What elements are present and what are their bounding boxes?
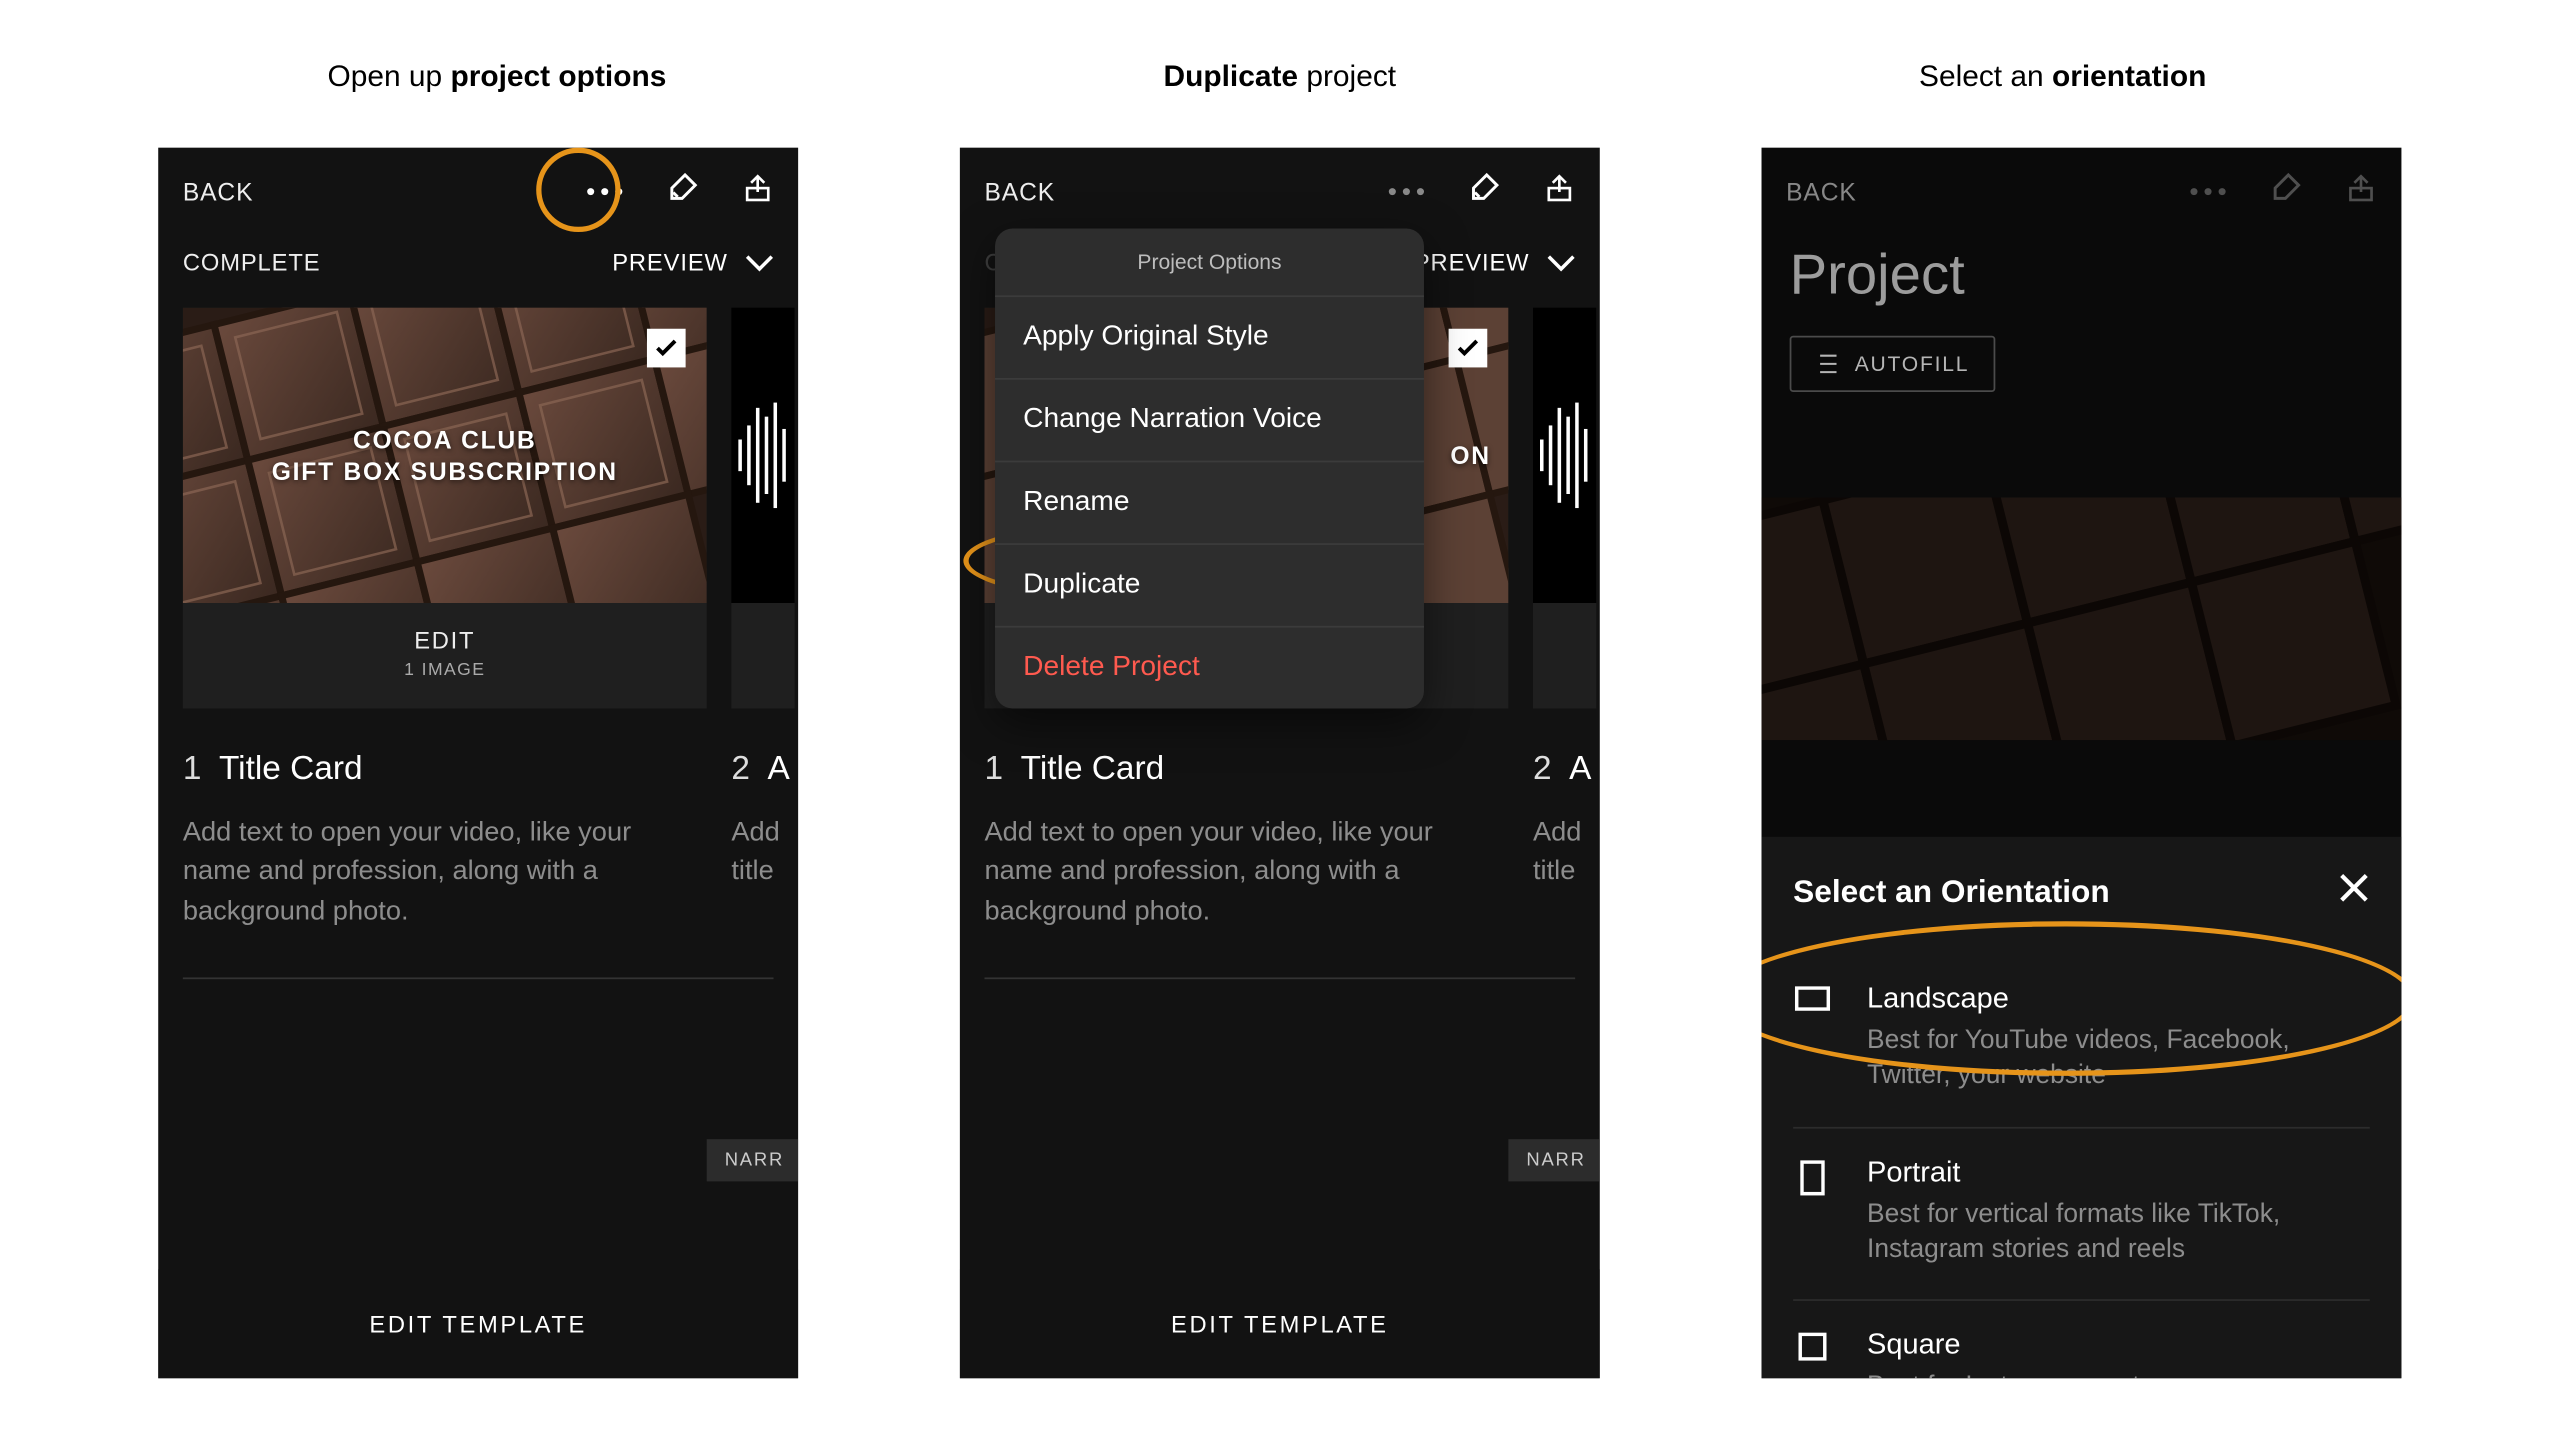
autofill-button[interactable]: AUTOFILL — [1790, 336, 1996, 392]
menu-apply-original-style[interactable]: Apply Original Style — [995, 297, 1424, 380]
chevron-down-icon — [1547, 254, 1575, 272]
preview-dropdown[interactable]: PREVIEW — [1414, 250, 1575, 276]
share-icon[interactable] — [742, 170, 774, 214]
orientation-square[interactable]: Square Best for Instagram posts — [1793, 1301, 2370, 1378]
portrait-icon — [1793, 1156, 1832, 1268]
style-brush-icon[interactable] — [1466, 170, 1501, 214]
more-options-icon[interactable] — [2190, 188, 2225, 195]
autofill-icon — [1816, 352, 1841, 377]
style-brush-icon[interactable] — [665, 170, 700, 214]
sheet-title: Select an Orientation — [1793, 874, 2110, 911]
complete-label[interactable]: COMPLETE — [183, 250, 321, 276]
orientation-portrait[interactable]: Portrait Best for vertical formats like … — [1793, 1128, 2370, 1301]
landscape-icon — [1793, 983, 1832, 1095]
edit-template-button[interactable]: EDIT TEMPLATE — [960, 1269, 1600, 1378]
edit-label[interactable]: EDIT — [183, 628, 707, 654]
section-2-peek: 2 A Addtitle — [731, 751, 794, 933]
image-count: 1 IMAGE — [183, 661, 707, 680]
phone-3: BACK Project A — [1762, 148, 2402, 1379]
project-title: Project — [1762, 243, 2402, 308]
back-button[interactable]: BACK — [1786, 178, 1857, 206]
back-button[interactable]: BACK — [984, 178, 1055, 206]
style-brush-icon[interactable] — [2268, 170, 2303, 214]
section-1: 1 Title Card Add text to open your video… — [984, 751, 1508, 933]
caption-3: Select an orientation — [1671, 60, 2454, 95]
slide-overlay-text: COCOA CLUBGIFT BOX SUBSCRIPTION — [183, 308, 707, 603]
menu-duplicate[interactable]: Duplicate — [995, 545, 1424, 628]
close-icon[interactable] — [2338, 872, 2370, 912]
caption-1: Open up project options — [105, 60, 888, 95]
menu-change-narration-voice[interactable]: Change Narration Voice — [995, 380, 1424, 463]
orientation-sheet: Select an Orientation Landscape Best for… — [1762, 837, 2402, 1378]
section-1: 1 Title Card Add text to open your video… — [183, 751, 707, 933]
checkbox-icon[interactable] — [1449, 329, 1488, 368]
slide-card-1[interactable]: COCOA CLUBGIFT BOX SUBSCRIPTION EDIT 1 I… — [183, 308, 707, 709]
phone-1: BACK COMPLETE — [158, 148, 798, 1379]
orientation-landscape[interactable]: Landscape Best for YouTube videos, Faceb… — [1793, 955, 2370, 1128]
narration-pill[interactable]: NARR — [1509, 1139, 1600, 1181]
edit-template-button[interactable]: EDIT TEMPLATE — [158, 1269, 798, 1378]
share-icon[interactable] — [2345, 170, 2377, 214]
narration-pill[interactable]: NARR — [707, 1139, 798, 1181]
slide-card-2-peek[interactable] — [731, 308, 794, 709]
waveform-icon — [738, 403, 785, 508]
slide-card-2-peek[interactable] — [1533, 308, 1596, 709]
more-options-icon[interactable] — [1389, 188, 1424, 195]
chevron-down-icon — [745, 254, 773, 272]
square-icon — [1793, 1329, 1832, 1378]
phone-2: BACK C PRE — [960, 148, 1600, 1379]
preview-dropdown[interactable]: PREVIEW — [612, 250, 773, 276]
more-options-icon[interactable] — [587, 188, 622, 195]
menu-rename[interactable]: Rename — [995, 462, 1424, 545]
checkbox-icon[interactable] — [647, 329, 686, 368]
popover-header: Project Options — [995, 229, 1424, 298]
project-options-popover: Project Options Apply Original Style Cha… — [995, 229, 1424, 709]
caption-2: Duplicate project — [888, 60, 1671, 95]
section-2-peek: 2 A Addtitle — [1533, 751, 1596, 933]
menu-delete-project[interactable]: Delete Project — [995, 628, 1424, 709]
back-button[interactable]: BACK — [183, 178, 254, 206]
share-icon[interactable] — [1544, 170, 1576, 214]
waveform-icon — [1540, 403, 1587, 508]
